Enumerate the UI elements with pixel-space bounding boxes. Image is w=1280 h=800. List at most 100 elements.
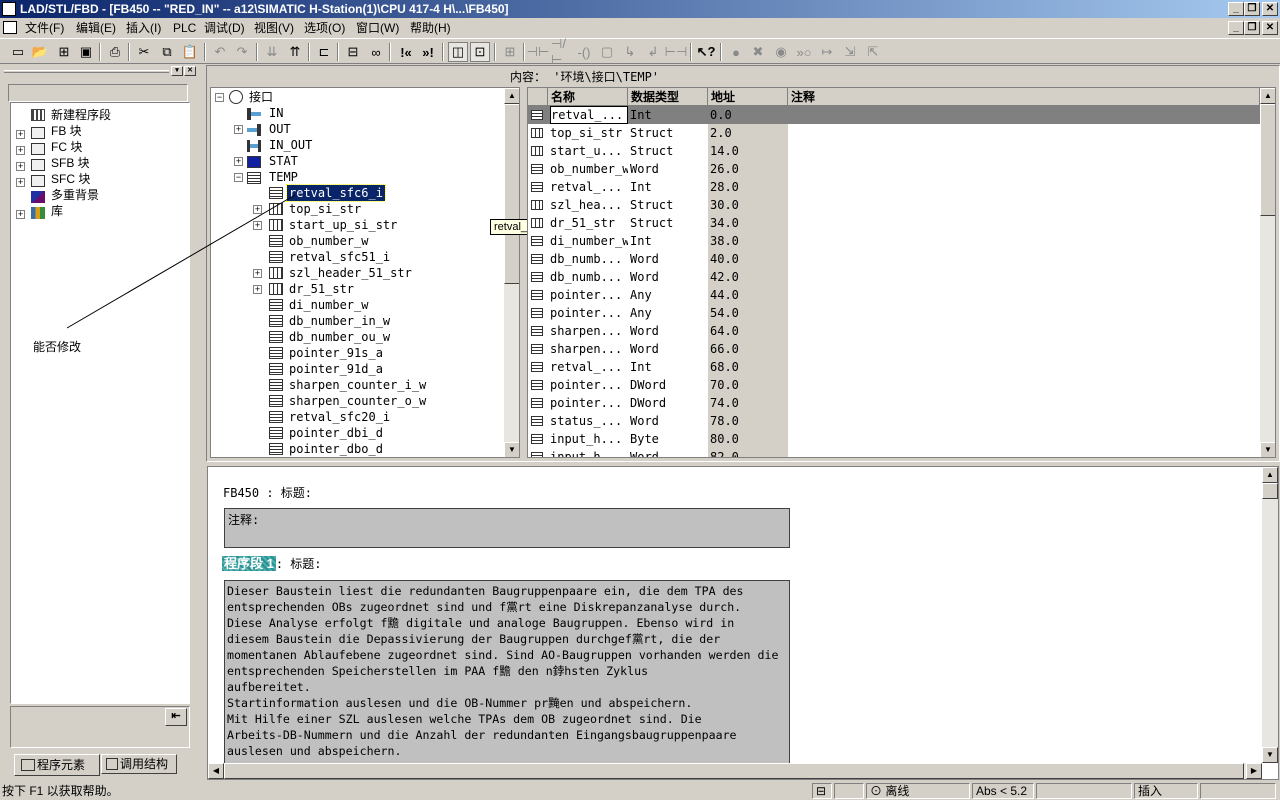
cell-type[interactable]: Int <box>630 178 708 196</box>
table-row[interactable]: sharpen... Word 64.0 <box>528 322 1260 340</box>
cell-addr[interactable]: 66.0 <box>710 340 788 358</box>
scroll-right-button[interactable]: ▶ <box>1246 763 1262 779</box>
cell-addr[interactable]: 42.0 <box>710 268 788 286</box>
column-header-name[interactable]: 名称 <box>548 88 628 106</box>
cell-addr[interactable]: 30.0 <box>710 196 788 214</box>
cell-name[interactable]: di_number_w <box>550 232 628 250</box>
table-row[interactable]: di_number_w Int 38.0 <box>528 232 1260 250</box>
variable-table-scrollbar[interactable]: ▲ ▼ <box>1260 88 1275 457</box>
table-row[interactable]: ob_number_w Word 26.0 <box>528 160 1260 178</box>
cell-addr[interactable]: 44.0 <box>710 286 788 304</box>
cell-type[interactable]: Word <box>630 250 708 268</box>
cell-addr[interactable]: 14.0 <box>710 142 788 160</box>
cell-type[interactable]: Struct <box>630 214 708 232</box>
table-row[interactable]: dr_51_str Struct 34.0 <box>528 214 1260 232</box>
scroll-down-button[interactable]: ▼ <box>1262 747 1278 763</box>
column-header-type[interactable]: 数据类型 <box>628 88 708 106</box>
cell-addr[interactable]: 70.0 <box>710 376 788 394</box>
cell-type[interactable]: Word <box>630 412 708 430</box>
scroll-up-button[interactable]: ▲ <box>1260 88 1275 104</box>
cell-type[interactable]: Any <box>630 286 708 304</box>
cell-name[interactable]: pointer... <box>550 304 628 322</box>
cell-name[interactable]: sharpen... <box>550 322 628 340</box>
cell-name[interactable]: input_h... <box>550 448 628 457</box>
cell-type[interactable]: Int <box>630 106 708 124</box>
table-row[interactable]: db_numb... Word 42.0 <box>528 268 1260 286</box>
cell-type[interactable]: Byte <box>630 430 708 448</box>
cell-name[interactable]: retval_... <box>550 178 628 196</box>
cell-type[interactable]: Struct <box>630 196 708 214</box>
cell-name[interactable]: input_h... <box>550 430 628 448</box>
table-row[interactable]: input_h... Word 82.0 <box>528 448 1260 457</box>
scroll-down-button[interactable]: ▼ <box>1260 442 1275 457</box>
cell-type[interactable]: Word <box>630 322 708 340</box>
cell-type[interactable]: Any <box>630 304 708 322</box>
cell-addr[interactable]: 68.0 <box>710 358 788 376</box>
cell-name[interactable]: szl_hea... <box>550 196 628 214</box>
table-row[interactable]: pointer... Any 44.0 <box>528 286 1260 304</box>
code-editor-hscrollbar[interactable]: ◀ ▶ <box>208 763 1262 779</box>
table-row[interactable]: db_numb... Word 40.0 <box>528 250 1260 268</box>
cell-name[interactable]: sharpen... <box>550 340 628 358</box>
network-label[interactable]: 程序段 1 <box>222 556 276 571</box>
block-comment[interactable]: 注释: <box>224 508 790 548</box>
cell-name[interactable]: status_... <box>550 412 628 430</box>
scroll-thumb[interactable] <box>224 763 1244 779</box>
table-row[interactable]: pointer... DWord 74.0 <box>528 394 1260 412</box>
cell-type[interactable]: Struct <box>630 124 708 142</box>
cell-name[interactable]: pointer... <box>550 394 628 412</box>
cell-name[interactable]: start_u... <box>550 142 628 160</box>
cell-name[interactable]: pointer... <box>550 286 628 304</box>
table-row[interactable]: status_... Word 78.0 <box>528 412 1260 430</box>
cell-addr[interactable]: 82.0 <box>710 448 788 457</box>
cell-name[interactable]: ob_number_w <box>550 160 628 178</box>
cell-addr[interactable]: 0.0 <box>710 106 788 124</box>
cell-addr[interactable]: 34.0 <box>710 214 788 232</box>
cell-name[interactable]: top_si_str <box>550 124 628 142</box>
cell-type[interactable]: Word <box>630 340 708 358</box>
table-row[interactable]: pointer... DWord 70.0 <box>528 376 1260 394</box>
cell-name[interactable]: db_numb... <box>550 250 628 268</box>
cell-addr[interactable]: 78.0 <box>710 412 788 430</box>
block-title[interactable]: FB450 : 标题: <box>223 484 312 501</box>
cell-addr[interactable]: 26.0 <box>710 160 788 178</box>
scroll-up-button[interactable]: ▲ <box>1262 467 1278 483</box>
cell-type[interactable]: DWord <box>630 394 708 412</box>
cell-type[interactable]: Word <box>630 160 708 178</box>
cell-type[interactable]: Struct <box>630 142 708 160</box>
cell-type[interactable]: DWord <box>630 376 708 394</box>
column-header-comment[interactable]: 注释 <box>788 88 1260 106</box>
cell-type[interactable]: Int <box>630 358 708 376</box>
cell-addr[interactable]: 40.0 <box>710 250 788 268</box>
scroll-left-button[interactable]: ◀ <box>208 763 224 779</box>
cell-addr[interactable]: 2.0 <box>710 124 788 142</box>
scroll-thumb[interactable] <box>1262 483 1278 499</box>
network-title[interactable]: : 标题: <box>276 557 322 571</box>
cell-addr[interactable]: 54.0 <box>710 304 788 322</box>
table-row[interactable]: szl_hea... Struct 30.0 <box>528 196 1260 214</box>
table-row[interactable]: retval_... Int 0.0 <box>528 106 1260 124</box>
network-comment[interactable]: Dieser Baustein liest die redundanten Ba… <box>224 580 790 766</box>
table-row[interactable]: top_si_str Struct 2.0 <box>528 124 1260 142</box>
cell-addr[interactable]: 64.0 <box>710 322 788 340</box>
table-row[interactable]: sharpen... Word 66.0 <box>528 340 1260 358</box>
table-row[interactable]: retval_... Int 28.0 <box>528 178 1260 196</box>
code-editor-vscrollbar[interactable]: ▲ ▼ <box>1262 467 1278 763</box>
table-row[interactable]: retval_... Int 68.0 <box>528 358 1260 376</box>
cell-name[interactable]: retval_... <box>550 106 628 124</box>
table-row[interactable]: start_u... Struct 14.0 <box>528 142 1260 160</box>
cell-type[interactable]: Word <box>630 448 708 457</box>
cell-name[interactable]: retval_... <box>550 358 628 376</box>
table-row[interactable]: pointer... Any 54.0 <box>528 304 1260 322</box>
cell-type[interactable]: Int <box>630 232 708 250</box>
cell-addr[interactable]: 28.0 <box>710 178 788 196</box>
table-row[interactable]: input_h... Byte 80.0 <box>528 430 1260 448</box>
cell-addr[interactable]: 74.0 <box>710 394 788 412</box>
cell-addr[interactable]: 38.0 <box>710 232 788 250</box>
cell-name[interactable]: pointer... <box>550 376 628 394</box>
cell-name[interactable]: db_numb... <box>550 268 628 286</box>
cell-name[interactable]: dr_51_str <box>550 214 628 232</box>
cell-type[interactable]: Word <box>630 268 708 286</box>
scroll-thumb[interactable] <box>1260 104 1275 216</box>
cell-addr[interactable]: 80.0 <box>710 430 788 448</box>
